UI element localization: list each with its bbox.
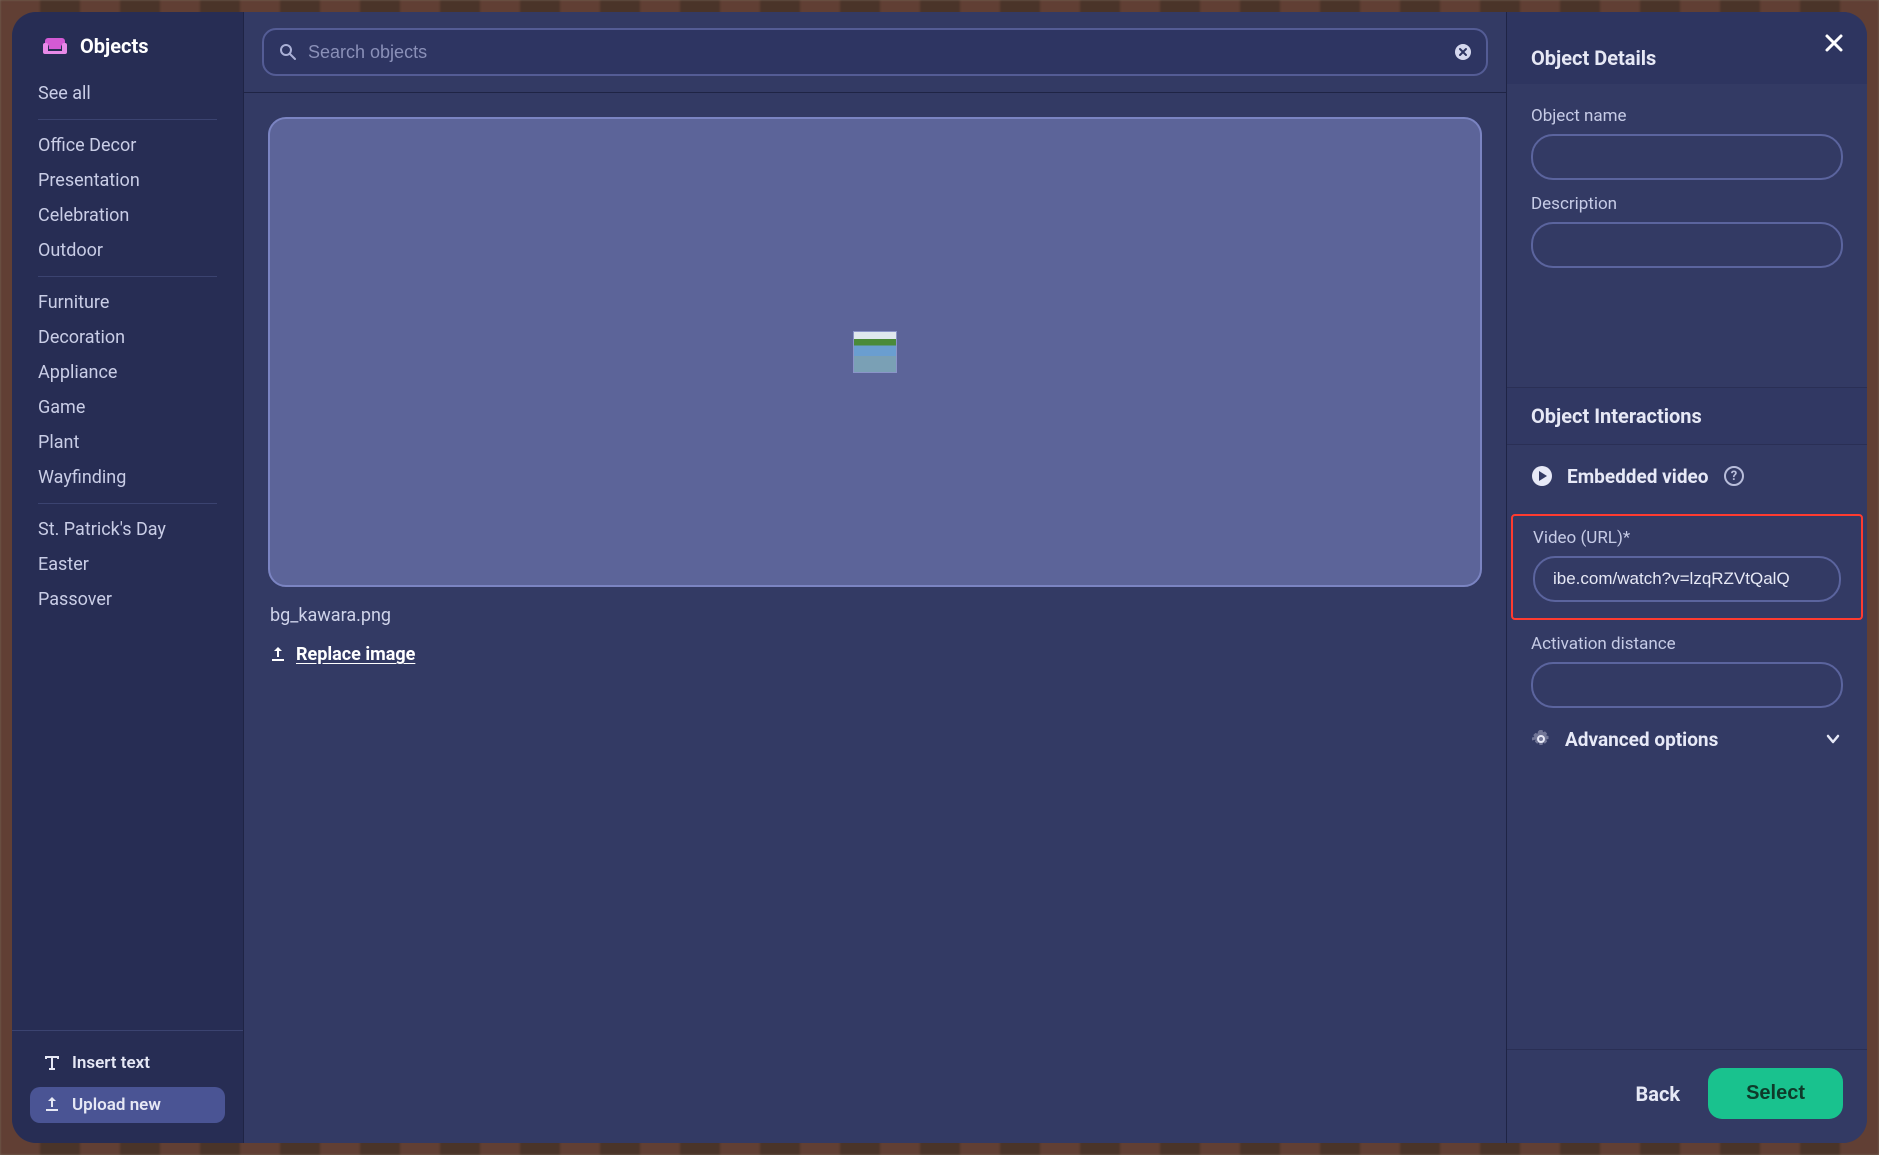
details-form: Object name Description <box>1507 84 1867 387</box>
insert-text-button[interactable]: Insert text <box>30 1045 225 1081</box>
back-button[interactable]: Back <box>1635 1082 1680 1106</box>
search-icon <box>278 42 298 62</box>
embedded-video-row: Embedded video ? <box>1507 445 1867 498</box>
sidebar-item-office-decor[interactable]: Office Decor <box>26 128 229 163</box>
sidebar-item-furniture[interactable]: Furniture <box>26 285 229 320</box>
preview-box <box>268 117 1482 587</box>
description-input[interactable] <box>1531 222 1843 268</box>
sidebar-footer: Insert text Upload new <box>12 1030 243 1143</box>
replace-image-label: Replace image <box>296 644 415 665</box>
sidebar-item-see-all[interactable]: See all <box>26 76 229 111</box>
sidebar: Objects See all Office DecorPresentationC… <box>12 12 244 1143</box>
clear-search-icon[interactable] <box>1454 43 1472 61</box>
sidebar-item-easter[interactable]: Easter <box>26 547 229 582</box>
sidebar-header: Objects <box>12 12 243 76</box>
upload-icon <box>42 1095 62 1115</box>
activation-distance-label: Activation distance <box>1531 634 1843 654</box>
sidebar-item-outdoor[interactable]: Outdoor <box>26 233 229 268</box>
select-button[interactable]: Select <box>1708 1068 1843 1119</box>
sidebar-item-appliance[interactable]: Appliance <box>26 355 229 390</box>
upload-new-label: Upload new <box>72 1095 161 1115</box>
upload-icon <box>268 645 288 665</box>
sidebar-item-passover[interactable]: Passover <box>26 582 229 617</box>
preview-area: bg_kawara.png Replace image <box>244 93 1506 1143</box>
couch-icon <box>42 35 68 57</box>
sidebar-divider <box>38 503 217 504</box>
object-picker-modal: Objects See all Office DecorPresentationC… <box>12 12 1867 1143</box>
details-panel: Object Details Object name Description O… <box>1507 12 1867 1143</box>
svg-text:?: ? <box>1730 469 1736 484</box>
object-name-label: Object name <box>1531 106 1843 126</box>
text-icon <box>42 1053 62 1073</box>
object-details-heading: Object Details <box>1507 12 1867 84</box>
object-name-input[interactable] <box>1531 134 1843 180</box>
search-box <box>262 28 1488 76</box>
video-url-label: Video (URL)* <box>1533 528 1841 548</box>
video-url-highlight: Video (URL)* <box>1511 514 1863 620</box>
object-interactions-heading: Object Interactions <box>1507 387 1867 445</box>
sidebar-divider <box>38 119 217 120</box>
help-icon[interactable]: ? <box>1723 465 1745 487</box>
sidebar-item-presentation[interactable]: Presentation <box>26 163 229 198</box>
sidebar-item-decoration[interactable]: Decoration <box>26 320 229 355</box>
upload-new-button[interactable]: Upload new <box>30 1087 225 1123</box>
sidebar-category-list: See all Office DecorPresentationCelebrati… <box>12 76 243 1030</box>
bottom-bar: Back Select <box>1507 1049 1867 1143</box>
sidebar-item-celebration[interactable]: Celebration <box>26 198 229 233</box>
insert-text-label: Insert text <box>72 1053 150 1073</box>
sidebar-item-st-patrick-s-day[interactable]: St. Patrick's Day <box>26 512 229 547</box>
replace-image-button[interactable]: Replace image <box>268 644 1482 665</box>
preview-filename: bg_kawara.png <box>268 605 1482 626</box>
chevron-down-icon <box>1823 729 1843 749</box>
advanced-options-row[interactable]: Advanced options <box>1507 714 1867 761</box>
sidebar-item-game[interactable]: Game <box>26 390 229 425</box>
video-url-input[interactable] <box>1533 556 1841 602</box>
video-url-block: Video (URL)* Activation distance <box>1507 498 1867 708</box>
search-row <box>244 12 1506 93</box>
preview-thumbnail <box>853 331 897 373</box>
activation-distance-input[interactable] <box>1531 662 1843 708</box>
gear-icon <box>1531 729 1551 749</box>
center-column: bg_kawara.png Replace image <box>244 12 1507 1143</box>
sidebar-item-wayfinding[interactable]: Wayfinding <box>26 460 229 495</box>
embedded-video-label: Embedded video <box>1567 465 1709 488</box>
play-icon <box>1531 465 1553 487</box>
description-label: Description <box>1531 194 1843 214</box>
close-button[interactable] <box>1823 32 1845 54</box>
sidebar-title: Objects <box>80 34 149 58</box>
sidebar-divider <box>38 276 217 277</box>
sidebar-item-plant[interactable]: Plant <box>26 425 229 460</box>
advanced-options-label: Advanced options <box>1565 728 1718 751</box>
search-input[interactable] <box>308 30 1442 74</box>
